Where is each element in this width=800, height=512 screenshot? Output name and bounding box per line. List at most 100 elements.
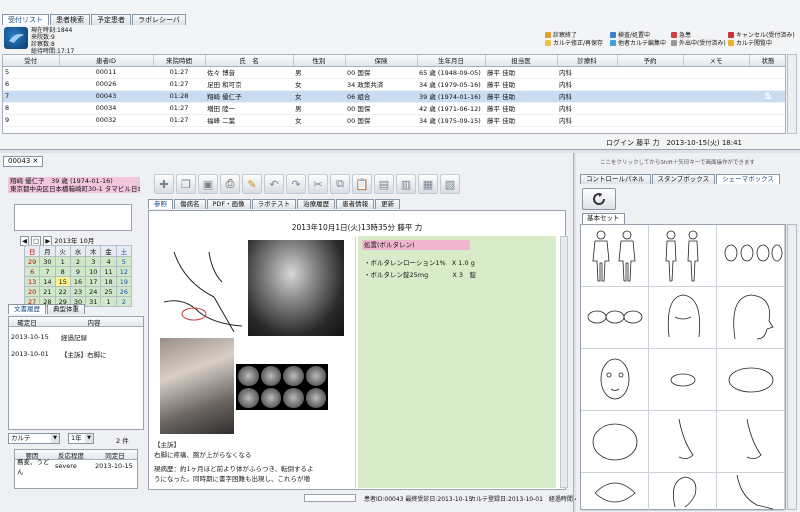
schema-face-front[interactable]	[581, 349, 649, 411]
calendar-day[interactable]: 26	[115, 286, 133, 297]
col-header[interactable]: 氏 名	[205, 55, 294, 67]
schema-mouth[interactable]	[581, 473, 649, 511]
tab-stamp-box[interactable]: スタンプボックス	[651, 174, 716, 184]
doc2-icon[interactable]: ▥	[396, 174, 416, 194]
calendar-day[interactable]: 2	[115, 296, 133, 307]
schema-nose-side-2[interactable]	[717, 411, 785, 473]
refresh-button[interactable]	[582, 188, 616, 210]
doc3-icon[interactable]: ▦	[418, 174, 438, 194]
schema-scrollbar[interactable]	[787, 224, 797, 510]
schema-body-side[interactable]	[649, 225, 717, 287]
patient-memo[interactable]	[14, 204, 132, 231]
table-row[interactable]: 7 00043 01:28 翔崎 優仁子女 06 組合 39 歳 (1974-01-16)…	[3, 90, 785, 103]
col-header[interactable]: 予約	[617, 55, 684, 67]
period-select[interactable]: 1年 ▼	[68, 433, 94, 444]
list-item[interactable]: 2013-10-01 【主訴】右脚に	[9, 348, 143, 360]
schema-heads-small[interactable]	[717, 225, 785, 287]
calendar-day[interactable]: 8	[54, 266, 71, 277]
col-header[interactable]: 担当医	[485, 55, 558, 67]
calendar-day[interactable]: 1	[54, 256, 71, 267]
col-header[interactable]: 状態	[749, 55, 785, 67]
new-doc-icon[interactable]: ✚	[154, 174, 174, 194]
karte-scrollbar[interactable]	[560, 236, 568, 488]
calendar-day[interactable]: 1	[100, 296, 117, 307]
calendar-day[interactable]: 17	[85, 276, 102, 287]
calendar-day[interactable]: 22	[54, 286, 71, 297]
tab-update[interactable]: 更新	[375, 199, 401, 209]
col-header[interactable]: 患者ID	[59, 55, 154, 67]
copy-text-icon[interactable]: ⧉	[330, 174, 350, 194]
tab-reception-list[interactable]: 受付リスト	[2, 14, 49, 25]
rx-line[interactable]: ・ボルタレンローション1% X 1.0 g	[364, 257, 475, 267]
doc4-icon[interactable]: ▧	[440, 174, 460, 194]
calendar-day[interactable]: 5	[115, 256, 133, 267]
tab-lab-test[interactable]: ラボテスト	[251, 199, 297, 209]
schema-head-top[interactable]	[649, 287, 717, 349]
tab-patient-info[interactable]: 患者情報	[336, 199, 375, 209]
tab-patient-search[interactable]: 患者検索	[50, 14, 90, 25]
close-icon[interactable]: ✕	[33, 157, 39, 165]
table-row[interactable]: 9 00032 01:27 福峰 二葉女 00 国保 34 歳 (1975-09-15) 藤…	[3, 114, 785, 127]
calendar-day[interactable]: 6	[23, 266, 41, 277]
schema-feet[interactable]	[581, 287, 649, 349]
reception-scrollbar[interactable]	[787, 54, 797, 134]
tab-lab-receiver[interactable]: ラボレシーバ	[132, 14, 186, 25]
calendar-day[interactable]: 14	[39, 276, 56, 287]
schema-ear[interactable]	[649, 473, 717, 511]
calendar-day[interactable]: 25	[100, 286, 117, 297]
calendar-day[interactable]: 4	[100, 256, 117, 267]
col-header[interactable]: 同定日	[93, 450, 137, 460]
tab-treatment-history[interactable]: 治療履歴	[297, 199, 336, 209]
list-item[interactable]: 2013-10-15 経過記録	[9, 331, 143, 343]
print-icon[interactable]: ⎙	[220, 174, 240, 194]
copy-icon[interactable]: ❐	[176, 174, 196, 194]
cut-icon[interactable]: ✂	[308, 174, 328, 194]
calendar-day[interactable]: 10	[85, 266, 102, 277]
tab-schema-box[interactable]: シェーマボックス	[716, 174, 780, 184]
calendar-day[interactable]: 3	[85, 256, 102, 267]
tab-scheduled-patients[interactable]: 予定患者	[91, 14, 131, 25]
undo-icon[interactable]: ↶	[264, 174, 284, 194]
table-row[interactable]: 6 00026 01:27 足田 和可京女 34 政策共済 34 歳 (1979-05-1…	[3, 78, 785, 91]
schema-body-front-back[interactable]	[581, 225, 649, 287]
calendar-day[interactable]: 19	[115, 276, 133, 287]
col-header[interactable]: 内容	[45, 317, 143, 327]
schema-nose-side[interactable]	[649, 411, 717, 473]
tab-control-panel[interactable]: コントロールパネル	[580, 174, 651, 184]
calendar-day[interactable]: 12	[115, 266, 133, 277]
calendar-day[interactable]: 18	[100, 276, 117, 287]
soap-text[interactable]: 【主訴】 右脚に疼痛、腕が上がらなくなる 現病歴：約1ヶ月ほど前より体がふらつき…	[154, 440, 350, 484]
table-row[interactable]: 5 00011 01:27 佐々 博音男 00 国保 65 歳 (1948-09-05) 藤…	[3, 66, 785, 79]
col-header[interactable]: 受付	[3, 55, 60, 67]
col-header[interactable]: 生年月日	[417, 55, 486, 67]
calendar-day[interactable]: 20	[23, 286, 41, 297]
calendar-day[interactable]: 16	[69, 276, 87, 287]
schema-eye-large[interactable]	[717, 349, 785, 411]
schema-head-side[interactable]	[717, 287, 785, 349]
col-header[interactable]: 保険	[345, 55, 418, 67]
karte-tab[interactable]: 00043 ✕	[3, 156, 43, 167]
rx-line[interactable]: ・ボルタレン錠25mg X 3 錠	[364, 269, 476, 279]
schema-chin[interactable]	[717, 473, 785, 511]
col-header[interactable]: 診療科	[557, 55, 618, 67]
schema-eye-small[interactable]	[649, 349, 717, 411]
doc1-icon[interactable]: ▤	[374, 174, 394, 194]
calendar-day[interactable]: 9	[69, 266, 87, 277]
calendar-day[interactable]: 24	[85, 286, 102, 297]
calendar-day[interactable]: 31	[85, 296, 102, 307]
tab-weight[interactable]: 典型体重	[47, 304, 85, 314]
col-header[interactable]: 来院時間	[153, 55, 206, 67]
calendar-day[interactable]: 2	[69, 256, 87, 267]
table-row[interactable]: 蕎麦、うどん severe 2013-10-15	[15, 458, 137, 476]
col-header[interactable]: 確定日	[9, 317, 45, 327]
save-icon[interactable]: ▣	[198, 174, 218, 194]
tab-reference[interactable]: 参照	[148, 199, 173, 209]
doc-type-select[interactable]: カルテ ▼	[8, 433, 60, 444]
calendar-day[interactable]: 30	[39, 256, 56, 267]
calendar-day[interactable]: 7	[39, 266, 56, 277]
col-header[interactable]: メモ	[683, 55, 750, 67]
calendar-day[interactable]: 15	[54, 276, 71, 287]
calendar-day[interactable]: 11	[100, 266, 117, 277]
calendar-day[interactable]: 21	[39, 286, 56, 297]
col-header[interactable]: 性別	[293, 55, 346, 67]
